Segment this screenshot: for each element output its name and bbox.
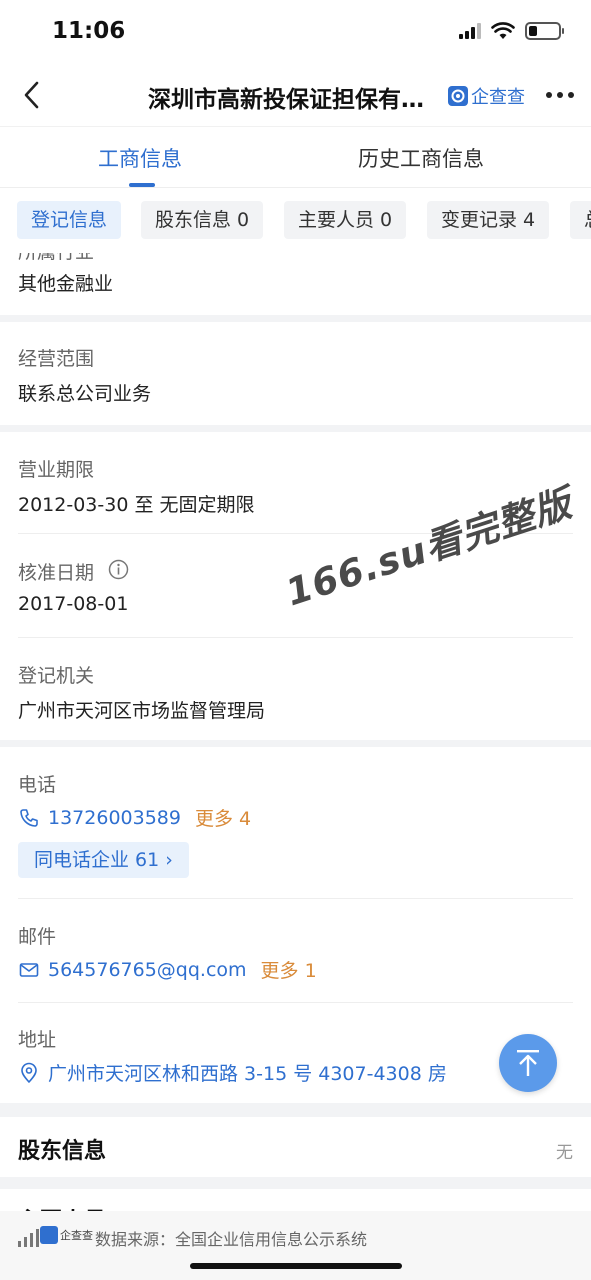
main-tabs: 工商信息 历史工商信息 bbox=[0, 126, 591, 188]
wifi-icon bbox=[491, 22, 515, 39]
shareholder-section-title: 股东信息 bbox=[18, 1139, 107, 1164]
home-indicator[interactable] bbox=[190, 1263, 402, 1269]
phone-more-link[interactable]: 更多 4 bbox=[195, 804, 251, 831]
email-label: 邮件 bbox=[18, 926, 57, 948]
row-divider bbox=[18, 1002, 573, 1003]
footer-logo-text: 企查查 bbox=[60, 1229, 93, 1242]
chip-shareholder-info[interactable]: 股东信息 0 bbox=[141, 201, 264, 239]
business-scope-value: 联系总公司业务 bbox=[18, 383, 152, 405]
qichacha-logo-icon bbox=[448, 86, 468, 106]
status-time: 11:06 bbox=[52, 18, 126, 44]
tab-business-info[interactable]: 工商信息 bbox=[98, 143, 182, 173]
email-more-link[interactable]: 更多 1 bbox=[261, 956, 317, 983]
status-bar: 11:06 bbox=[0, 0, 591, 64]
cellular-signal-icon bbox=[459, 23, 481, 39]
section-chips: 登记信息 股东信息 0 主要人员 0 变更记录 4 总 bbox=[0, 189, 591, 253]
registration-authority-label: 登记机关 bbox=[18, 665, 95, 687]
signal-bars-icon bbox=[18, 1229, 39, 1247]
chip-change-records[interactable]: 变更记录 4 bbox=[427, 201, 550, 239]
key-personnel-section-title: 主要人员 bbox=[18, 1203, 106, 1211]
row-divider bbox=[18, 898, 573, 899]
chip-registration-info[interactable]: 登记信息 bbox=[17, 201, 122, 239]
section-separator bbox=[0, 1103, 591, 1117]
section-separator bbox=[0, 740, 591, 747]
business-term-label: 营业期限 bbox=[18, 459, 95, 481]
shareholder-empty-text: 无 bbox=[556, 1143, 573, 1163]
chip-overflow[interactable]: 总 bbox=[570, 201, 591, 239]
location-pin-icon bbox=[21, 1062, 37, 1083]
brand-logo: 企查查 bbox=[448, 83, 525, 109]
footer: 企查查 数据来源：全国企业信用信息公示系统 bbox=[0, 1211, 591, 1280]
tab-active-indicator bbox=[129, 183, 155, 187]
phone-row: 13726003589 更多 4 bbox=[18, 804, 251, 831]
scroll-to-top-button[interactable] bbox=[499, 1034, 557, 1092]
address-link[interactable]: 广州市天河区林和西路 3-15 号 4307-4308 房 bbox=[48, 1059, 447, 1086]
footer-logo: 企查查 bbox=[40, 1226, 93, 1244]
registration-authority-value: 广州市天河区市场监督管理局 bbox=[18, 700, 266, 722]
business-scope-label: 经营范围 bbox=[18, 348, 95, 370]
nav-bar: 深圳市高新投保证担保有… 企查查 bbox=[0, 64, 591, 126]
industry-label: 所属行业 bbox=[18, 253, 94, 264]
address-row: 广州市天河区林和西路 3-15 号 4307-4308 房 bbox=[18, 1059, 447, 1086]
section-separator bbox=[0, 425, 591, 432]
phone-icon bbox=[20, 808, 38, 827]
qichacha-logo-icon bbox=[40, 1226, 58, 1244]
phone-number-link[interactable]: 13726003589 bbox=[48, 807, 181, 829]
approval-date-value: 2017-08-01 bbox=[18, 593, 129, 615]
same-phone-companies-button[interactable]: 同电话企业 61 › bbox=[18, 842, 189, 878]
email-row: 564576765@qq.com 更多 1 bbox=[18, 956, 317, 983]
phone-label: 电话 bbox=[18, 774, 57, 796]
email-link[interactable]: 564576765@qq.com bbox=[48, 959, 247, 981]
tab-history-business-info[interactable]: 历史工商信息 bbox=[358, 143, 484, 173]
status-icons bbox=[459, 22, 564, 40]
section-separator bbox=[0, 315, 591, 322]
back-icon[interactable] bbox=[18, 78, 48, 112]
brand-text: 企查查 bbox=[471, 87, 525, 108]
data-source-text: 数据来源：全国企业信用信息公示系统 bbox=[95, 1230, 368, 1249]
chip-key-personnel[interactable]: 主要人员 0 bbox=[284, 201, 407, 239]
more-options-icon[interactable] bbox=[546, 92, 574, 98]
business-term-value: 2012-03-30 至 无固定期限 bbox=[18, 494, 255, 516]
page-title: 深圳市高新投保证担保有… bbox=[148, 87, 424, 113]
battery-icon bbox=[525, 22, 564, 40]
info-icon[interactable] bbox=[108, 559, 129, 580]
section-separator bbox=[0, 1177, 591, 1189]
industry-value: 其他金融业 bbox=[18, 273, 114, 295]
arrow-up-icon bbox=[517, 1050, 539, 1076]
row-divider bbox=[18, 637, 573, 638]
approval-date-label: 核准日期 bbox=[18, 562, 95, 584]
address-label: 地址 bbox=[18, 1029, 57, 1051]
mail-icon bbox=[19, 962, 39, 977]
